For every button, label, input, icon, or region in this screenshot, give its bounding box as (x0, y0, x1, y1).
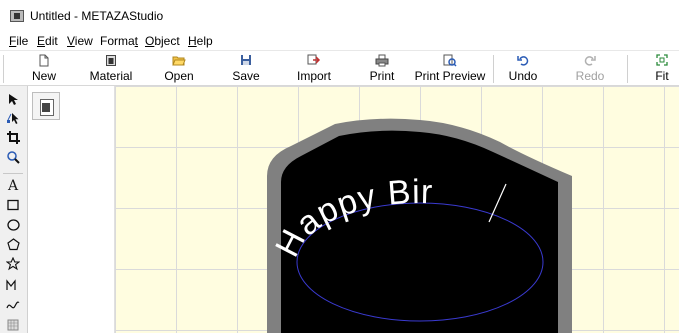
toolbar-separator (3, 55, 4, 83)
node-edit-icon[interactable] (4, 111, 22, 129)
toolbar-separator (493, 55, 494, 83)
menu-edit[interactable]: Edit (37, 34, 58, 48)
menu-file[interactable]: File (9, 34, 28, 48)
material-thumbnail[interactable] (32, 92, 60, 120)
menu-bar: File Edit View Format Object Help (0, 32, 679, 50)
undo-label: Undo (508, 69, 538, 83)
folder-open-icon (172, 54, 186, 67)
print-preview-icon (443, 54, 457, 67)
print-preview-button[interactable]: Print Preview (414, 51, 486, 85)
undo-button[interactable]: Undo (503, 51, 543, 85)
toolbar-separator (627, 55, 628, 83)
menu-format[interactable]: Format (100, 34, 138, 48)
fit-button[interactable]: Fit (648, 51, 676, 85)
window-title: Untitled - METAZAStudio (30, 9, 164, 23)
ellipse-icon[interactable] (4, 217, 22, 235)
import-label: Import (296, 69, 331, 83)
print-preview-label: Print Preview (414, 69, 486, 83)
main-toolbar: New Material Open Save Import Print Prin… (0, 50, 679, 86)
title-bar: Untitled - METAZAStudio (0, 0, 679, 32)
material-icon (104, 54, 118, 67)
material-button[interactable]: Material (86, 51, 136, 85)
redo-icon (583, 54, 597, 67)
canvas-drawing: Happy Bir (267, 118, 572, 333)
import-button[interactable]: Import (292, 51, 336, 85)
select-arrow-icon[interactable] (4, 92, 22, 110)
new-label: New (31, 69, 56, 83)
star-icon[interactable] (4, 256, 22, 275)
menu-help[interactable]: Help (188, 34, 213, 48)
polygon-icon[interactable] (4, 237, 22, 255)
menu-view[interactable]: View (67, 34, 93, 48)
text-icon[interactable]: A (4, 177, 22, 195)
open-button[interactable]: Open (157, 51, 201, 85)
material-label: Material (89, 69, 133, 83)
print-label: Print (369, 69, 395, 83)
app-icon (10, 10, 24, 22)
fit-icon (655, 54, 669, 67)
import-icon (307, 54, 321, 67)
tool-separator (3, 173, 23, 174)
curve-icon[interactable] (4, 297, 22, 315)
zoom-icon[interactable] (4, 150, 22, 168)
tool-palette: A (0, 86, 28, 333)
redo-button[interactable]: Redo (570, 51, 610, 85)
save-label: Save (232, 69, 260, 83)
polyline-icon[interactable] (4, 277, 22, 295)
open-label: Open (164, 69, 194, 83)
printer-icon (375, 54, 389, 67)
design-canvas[interactable]: Happy Bir (115, 86, 679, 333)
new-button[interactable]: New (22, 51, 66, 85)
rectangle-icon[interactable] (4, 197, 22, 215)
redo-label: Redo (575, 69, 605, 83)
menu-object[interactable]: Object (145, 34, 180, 48)
new-document-icon (37, 54, 51, 67)
undo-icon (516, 54, 530, 67)
material-panel (28, 86, 115, 333)
pattern-icon[interactable] (4, 317, 22, 335)
floppy-disk-icon (239, 54, 253, 67)
save-button[interactable]: Save (228, 51, 264, 85)
crop-icon[interactable] (4, 130, 22, 148)
fit-label: Fit (655, 69, 669, 83)
print-button[interactable]: Print (364, 51, 400, 85)
